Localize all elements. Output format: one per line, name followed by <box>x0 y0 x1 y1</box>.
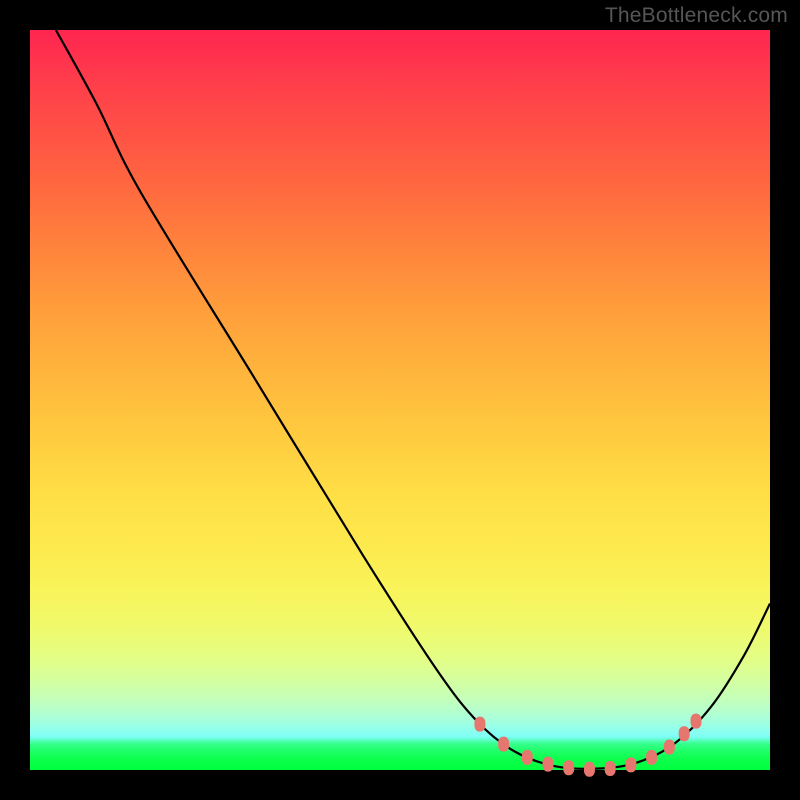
highlight-dot <box>679 726 690 741</box>
highlight-dot <box>664 740 675 755</box>
highlight-dot <box>691 714 702 729</box>
highlight-dot <box>625 757 636 772</box>
highlight-dot <box>605 761 616 776</box>
highlight-dot <box>522 750 533 765</box>
highlight-dot <box>498 737 509 752</box>
chart-plot-area <box>30 30 770 770</box>
highlight-dots-group <box>474 714 701 777</box>
highlight-dot <box>474 717 485 732</box>
chart-svg <box>30 30 770 770</box>
highlight-dot <box>646 750 657 765</box>
highlight-dot <box>563 760 574 775</box>
highlight-dot <box>584 762 595 777</box>
highlight-dot <box>543 757 554 772</box>
bottleneck-curve-path <box>56 30 770 769</box>
watermark-text: TheBottleneck.com <box>605 4 788 28</box>
